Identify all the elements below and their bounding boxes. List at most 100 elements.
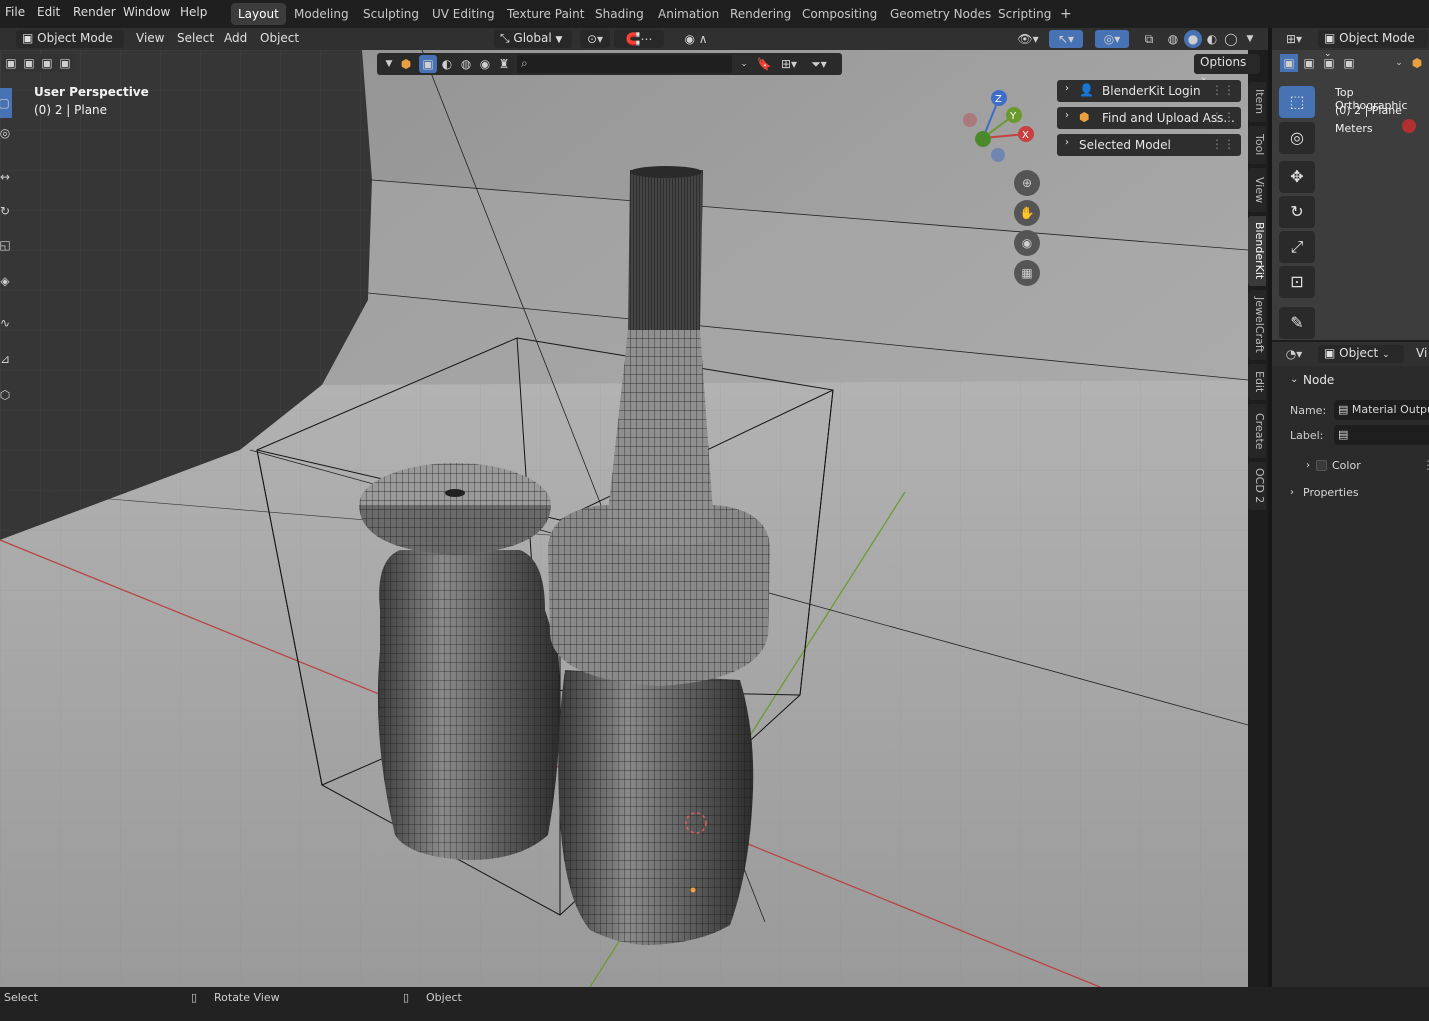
menu-add[interactable]: Add — [218, 30, 253, 48]
grid-ortho-icon[interactable]: ▦ — [1014, 260, 1040, 286]
chevron-down-icon[interactable]: ⌄ — [735, 55, 753, 73]
chevron-down-icon[interactable]: ⌄ — [1390, 54, 1408, 72]
tab-ocd2[interactable]: OCD 2 — [1248, 462, 1266, 510]
color-subpanel[interactable]: Color — [1332, 459, 1361, 472]
transform-orientation-dropdown[interactable]: ⤡ Global ▼ — [494, 30, 572, 48]
tab-sculpting[interactable]: Sculpting — [356, 3, 426, 25]
tab-uv-editing[interactable]: UV Editing — [425, 3, 502, 25]
select-box-tool-icon[interactable]: ⬚ — [1279, 86, 1315, 118]
wireframe-shading-icon[interactable]: ◍ — [1164, 30, 1182, 48]
tab-rendering[interactable]: Rendering — [723, 3, 798, 25]
tab-layout[interactable]: Layout — [231, 3, 286, 25]
xray-icon[interactable]: ⧉ — [1140, 30, 1158, 48]
select-extend-icon[interactable]: ▣ — [20, 54, 38, 72]
chevron-right-icon[interactable]: › — [1290, 487, 1294, 498]
snap-icon[interactable]: 🧲⋯ — [614, 30, 664, 48]
tab-item[interactable]: Item — [1248, 82, 1266, 122]
context-dropdown[interactable]: ▣ Object ⌄ — [1318, 345, 1404, 363]
npanel-blenderkit-login[interactable]: › 👤 BlenderKit Login ⋮⋮ — [1057, 80, 1241, 102]
asset-scene-icon[interactable]: ◉ — [476, 55, 494, 73]
tab-shading[interactable]: Shading — [588, 3, 651, 25]
tab-tool[interactable]: Tool — [1248, 126, 1266, 164]
tab-texture-paint[interactable]: Texture Paint — [500, 3, 591, 25]
chevron-down-icon[interactable]: ▼ — [380, 55, 398, 73]
cursor-tool-icon[interactable]: ◎ — [0, 124, 14, 142]
tab-edit[interactable]: Edit — [1248, 364, 1266, 400]
menu-file[interactable]: File — [5, 5, 25, 19]
visibility-icon[interactable]: 👁▾ — [1013, 30, 1043, 48]
navigation-gizmo[interactable]: Z Y X — [955, 88, 1035, 168]
annotate-tool-icon[interactable]: ∿ — [0, 314, 14, 332]
search-input[interactable]: ⌕ — [517, 55, 732, 73]
npanel-find-upload[interactable]: › ⬢ Find and Upload Ass... ⋮⋮ — [1057, 107, 1241, 129]
material-shading-icon[interactable]: ◐ — [1203, 30, 1221, 48]
move-tool-icon[interactable]: ✥ — [1279, 161, 1315, 193]
zoom-icon[interactable]: ⊕ — [1014, 170, 1040, 196]
pan-hand-icon[interactable]: ✋ — [1014, 200, 1040, 226]
pivot-point-icon[interactable]: ⊙▾ — [580, 30, 610, 48]
chevron-down-icon[interactable]: ⌄ — [1290, 374, 1298, 385]
transform-tool-icon[interactable]: ⊡ — [1279, 266, 1315, 298]
node-section-title[interactable]: Node — [1303, 373, 1334, 387]
rotate-tool-icon[interactable]: ↻ — [1279, 196, 1315, 228]
npanel-selected-model[interactable]: › Selected Model ⋮⋮ — [1057, 134, 1241, 156]
camera-icon[interactable]: ◉ — [1014, 230, 1040, 256]
rendered-shading-icon[interactable]: ◯ — [1222, 30, 1240, 48]
chevron-right-icon[interactable]: › — [1306, 460, 1310, 471]
tab-modeling[interactable]: Modeling — [287, 3, 356, 25]
asset-hdr-icon[interactable]: ◍ — [457, 55, 475, 73]
sort-icon[interactable]: ⊞▾ — [777, 55, 801, 73]
options-dropdown[interactable]: Options ⌄ — [1194, 54, 1260, 83]
menu-render[interactable]: Render — [73, 5, 116, 19]
right-mode-dropdown[interactable]: ▣ Object Mode ⌄ — [1318, 30, 1428, 59]
tab-create[interactable]: Create — [1248, 404, 1266, 458]
drag-handle-icon[interactable]: ⋮ — [1422, 458, 1429, 472]
select-new-icon[interactable]: ▣ — [1280, 54, 1298, 72]
editor-type-icon[interactable]: ⊞▾ — [1280, 30, 1308, 48]
menu-window[interactable]: Window — [123, 5, 170, 19]
bookmark-icon[interactable]: 🔖 — [755, 55, 773, 73]
tab-blenderkit[interactable]: BlenderKit — [1248, 216, 1266, 286]
x-axis-gizmo-dot[interactable] — [1402, 119, 1416, 133]
gizmo-toggle-icon[interactable]: ↖▾ — [1049, 30, 1083, 48]
editor-type-icon[interactable]: ◔▾ — [1280, 345, 1308, 363]
node-label-field[interactable]: ▤ — [1334, 425, 1429, 445]
move-tool-icon[interactable]: ↔ — [0, 168, 14, 186]
select-box-tool-icon[interactable]: ▢ — [0, 88, 12, 118]
select-subtract-icon[interactable]: ▣ — [38, 54, 56, 72]
select-new-icon[interactable]: ▣ — [2, 54, 20, 72]
filter-icon[interactable]: ⏷▾ — [805, 55, 833, 73]
menu-view[interactable]: View — [130, 30, 170, 48]
tab-geometry-nodes[interactable]: Geometry Nodes — [883, 3, 998, 25]
add-cube-tool-icon[interactable]: ⬡ — [0, 386, 14, 404]
select-invert-icon[interactable]: ▣ — [1340, 54, 1358, 72]
tab-scripting[interactable]: Scripting — [991, 3, 1058, 25]
drag-handle-icon[interactable]: ⋮⋮ — [1211, 83, 1235, 97]
overlay-toggle-icon[interactable]: ◎▾ — [1095, 30, 1129, 48]
3d-viewport[interactable]: User Perspective (0) 2 | Plane Z Y X ⊕ ✋… — [0, 50, 1248, 987]
select-subtract-icon[interactable]: ▣ — [1320, 54, 1338, 72]
rotate-tool-icon[interactable]: ↻ — [0, 202, 14, 220]
shading-options-icon[interactable]: ▼ — [1241, 30, 1259, 48]
add-workspace-button[interactable]: + — [1053, 2, 1079, 24]
menu-edit[interactable]: Edit — [37, 5, 60, 19]
scale-tool-icon[interactable]: ◱ — [0, 236, 14, 254]
drag-handle-icon[interactable]: ⋮⋮ — [1211, 137, 1235, 151]
menu-help[interactable]: Help — [180, 5, 207, 19]
asset-material-icon[interactable]: ◐ — [438, 55, 456, 73]
tab-animation[interactable]: Animation — [651, 3, 726, 25]
select-invert-icon[interactable]: ▣ — [56, 54, 74, 72]
solid-shading-icon[interactable]: ● — [1184, 30, 1202, 48]
annotate-tool-icon[interactable]: ✎ — [1279, 307, 1315, 339]
measure-tool-icon[interactable]: ⊿ — [0, 350, 14, 368]
menu-object[interactable]: Object — [254, 30, 305, 48]
tab-view[interactable]: View — [1248, 168, 1266, 212]
proportional-edit-icon[interactable]: ◉ ∧ — [674, 30, 718, 48]
transform-tool-icon[interactable]: ◈ — [0, 272, 14, 290]
node-name-field[interactable]: ▤ Material Outpu — [1334, 400, 1429, 420]
asset-model-icon[interactable]: ▣ — [419, 55, 437, 73]
scale-tool-icon[interactable]: ⤢ — [1279, 231, 1315, 263]
properties-subpanel[interactable]: Properties — [1303, 486, 1359, 499]
color-checkbox[interactable] — [1316, 460, 1327, 471]
top-ortho-viewport[interactable]: ⊞▾ ▣ Object Mode ⌄ ▣ ▣ ▣ ▣ ⌄ ⬢ ⬚ ◎ ✥ ↻ ⤢… — [1272, 28, 1429, 340]
